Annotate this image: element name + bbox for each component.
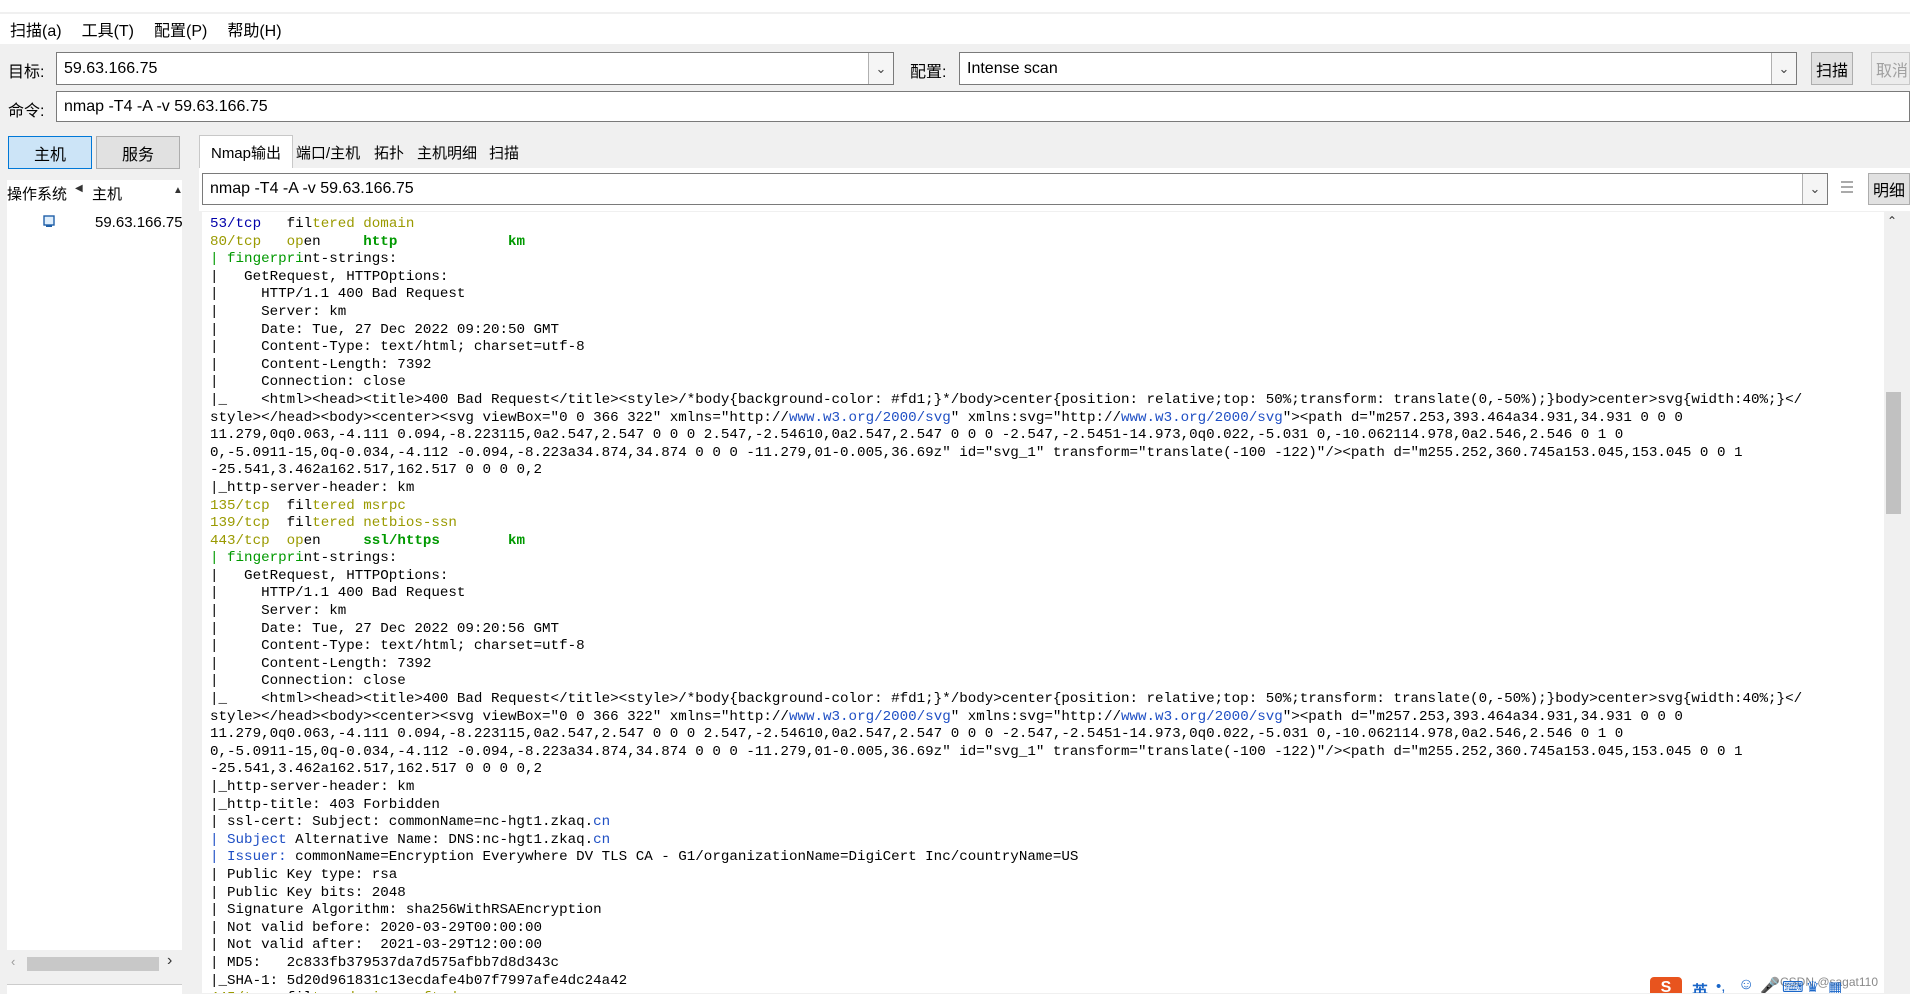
ime-skin-icon[interactable]: ♛ <box>1806 978 1819 993</box>
output-vscrollbar[interactable] <box>1884 212 1903 993</box>
ime-emoji-icon[interactable]: ☺ <box>1738 976 1754 993</box>
target-value: 59.63.166.75 <box>64 59 158 77</box>
nmap-output-panel[interactable]: 53/tcp filtered domain 80/tcp open http … <box>202 212 1884 993</box>
tab-nmap-output[interactable]: Nmap输出 <box>199 135 293 169</box>
chevron-down-icon[interactable]: ⌄ <box>1771 53 1796 84</box>
menu-help[interactable]: 帮助(H) <box>217 17 291 41</box>
scan-button[interactable]: 扫描 <box>1811 52 1853 85</box>
chevron-down-icon[interactable]: ⌄ <box>868 53 893 84</box>
command-label: 命令: <box>8 103 45 120</box>
ime-voice-icon[interactable]: 🎤 <box>1760 976 1780 993</box>
chevron-down-icon[interactable]: ⌄ <box>1802 174 1827 204</box>
computer-icon <box>43 215 55 227</box>
target-combobox[interactable]: 59.63.166.75 ⌄ <box>56 52 894 85</box>
tab-topology[interactable]: 拓扑 <box>371 137 407 167</box>
tab-ports-hosts[interactable]: 端口/主机 <box>294 137 362 167</box>
scroll-up-icon[interactable]: ⌃ <box>1887 214 1897 228</box>
host-list: 59.63.166.75 <box>7 204 182 950</box>
grip-icon <box>1841 178 1853 198</box>
ime-lang-icon[interactable]: 英 <box>1692 978 1708 993</box>
column-os[interactable]: 操作系统 <box>7 183 67 204</box>
hosts-toggle-button[interactable]: 主机 <box>8 136 92 169</box>
host-row[interactable]: 59.63.166.75 <box>7 211 182 235</box>
nmap-output-text: 53/tcp filtered domain 80/tcp open http … <box>210 216 1803 993</box>
services-toggle-button[interactable]: 服务 <box>96 136 180 169</box>
column-host[interactable]: 主机 <box>92 183 122 204</box>
ime-punct-icon[interactable]: •, <box>1716 978 1725 993</box>
scrollbar-thumb[interactable] <box>1886 392 1901 514</box>
profile-combobox[interactable]: Intense scan ⌄ <box>959 52 1797 85</box>
command-input[interactable]: nmap -T4 -A -v 59.63.166.75 <box>56 91 1910 122</box>
ime-keyboard-icon[interactable]: ⌨ <box>1782 978 1804 993</box>
details-button[interactable]: 明细 <box>1868 173 1910 205</box>
host-list-hscrollbar[interactable]: ‹ › <box>7 950 182 978</box>
menu-bar: 扫描(a) 工具(T) 配置(P) 帮助(H) <box>0 14 1910 44</box>
output-command-value: nmap -T4 -A -v 59.63.166.75 <box>210 180 414 197</box>
host-address: 59.63.166.75 <box>95 214 182 231</box>
scroll-left-icon[interactable]: ‹ <box>11 954 15 969</box>
sort-asc-icon: ▲ <box>173 185 183 196</box>
profile-label: 配置: <box>910 64 947 81</box>
sogou-ime-icon[interactable]: S <box>1650 977 1682 993</box>
ime-menu-icon[interactable]: ▦ <box>1828 978 1842 993</box>
tab-host-details[interactable]: 主机明细 <box>413 137 481 167</box>
tab-scans[interactable]: 扫描 <box>486 137 522 167</box>
menu-profile[interactable]: 配置(P) <box>144 17 217 41</box>
ime-toolbar: S 英 •, ☺ 🎤 ⌨ ♛ ▦ <box>1650 974 1860 993</box>
output-command-select[interactable]: nmap -T4 -A -v 59.63.166.75 ⌄ <box>202 173 1828 205</box>
scrollbar-thumb[interactable] <box>27 957 159 971</box>
title-bar <box>0 0 1910 12</box>
scroll-right-icon[interactable]: › <box>167 952 172 970</box>
profile-value: Intense scan <box>967 59 1058 77</box>
cancel-button[interactable]: 取消 <box>1871 52 1910 85</box>
sort-left-icon: ◀ <box>75 183 83 194</box>
command-value: nmap -T4 -A -v 59.63.166.75 <box>64 97 268 115</box>
host-table-header: 操作系统 ◀ 主机 ▲ <box>7 180 183 205</box>
menu-scan[interactable]: 扫描(a) <box>0 17 72 41</box>
menu-tools[interactable]: 工具(T) <box>72 17 144 41</box>
target-label: 目标: <box>8 64 45 81</box>
